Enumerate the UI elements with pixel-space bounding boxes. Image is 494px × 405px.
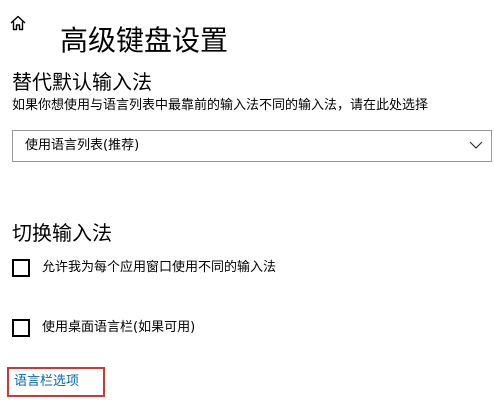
desktop-language-bar-checkbox[interactable] <box>12 319 30 337</box>
per-app-input-method-option[interactable]: 允许我为每个应用窗口使用不同的输入法 <box>12 256 276 280</box>
desktop-language-bar-option[interactable]: 使用桌面语言栏(如果可用) <box>12 316 195 340</box>
default-input-method-select[interactable]: 使用语言列表(推荐) <box>12 130 492 162</box>
page-title: 高级键盘设置 <box>60 23 229 57</box>
chevron-down-icon <box>469 141 483 149</box>
language-bar-options-link[interactable]: 语言栏选项 <box>14 372 79 392</box>
select-value: 使用语言列表(推荐) <box>25 138 140 153</box>
per-app-input-method-label: 允许我为每个应用窗口使用不同的输入法 <box>42 260 277 275</box>
override-section-title: 替代默认输入法 <box>12 69 152 94</box>
switch-section-title: 切换输入法 <box>12 220 112 245</box>
override-description: 如果你想使用与语言列表中最靠前的输入法不同的输入法，请在此处选择 <box>12 98 429 113</box>
per-app-input-method-checkbox[interactable] <box>12 259 30 277</box>
desktop-language-bar-label: 使用桌面语言栏(如果可用) <box>42 320 196 335</box>
home-icon[interactable] <box>8 13 28 33</box>
language-bar-link-highlight: 语言栏选项 <box>7 367 105 397</box>
